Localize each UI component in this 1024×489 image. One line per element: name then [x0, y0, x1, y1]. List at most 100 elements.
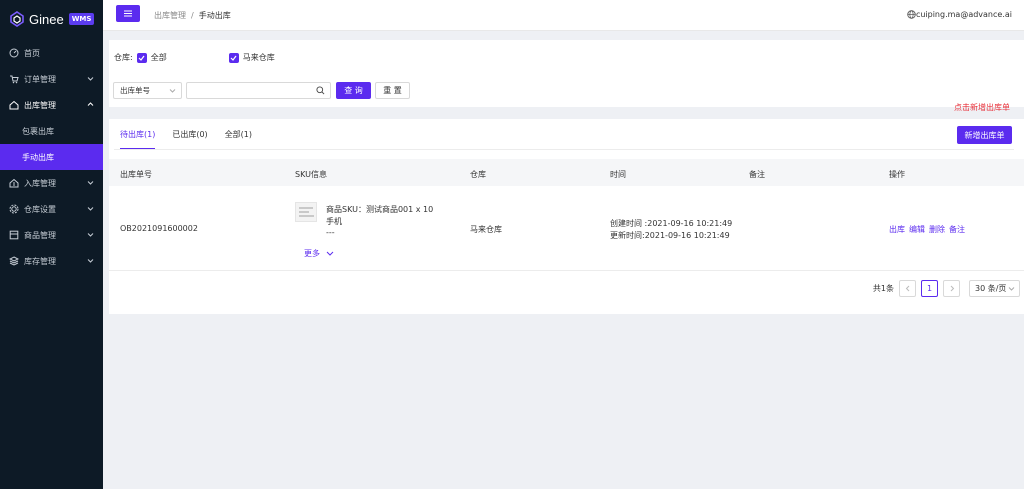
search-field-value: 出库单号 [120, 86, 150, 95]
column-header-warehouse: 仓库 [470, 170, 486, 179]
search-field-select[interactable]: 出库单号 [113, 82, 182, 99]
breadcrumb: 出库管理 / 手动出库 [154, 10, 231, 21]
warehouse-filter: 仓库: 全部 马来仓库 [114, 52, 275, 63]
sidebar-item-inbound[interactable]: 入库管理 [0, 170, 103, 196]
action-delete-link[interactable]: 删除 [929, 225, 945, 234]
inventory-icon [9, 256, 19, 266]
query-button[interactable]: 查 询 [336, 82, 371, 99]
column-header-actions: 操作 [889, 170, 905, 179]
outbound-list-panel: 待出库(1) 已出库(0) 全部(1) 新增出库单 出库单号 SKU信息 仓库 … [109, 119, 1024, 314]
created-time: 创建时间 :2021-09-16 10:21:49 [610, 219, 733, 228]
tabs-divider [114, 149, 1014, 150]
product-icon [9, 230, 19, 240]
logo[interactable]: Ginee WMS [0, 0, 103, 38]
sku-variant: 手机 [326, 217, 342, 226]
menu-toggle-button[interactable] [116, 5, 140, 22]
check-icon [138, 55, 145, 61]
add-outbound-hint: 点击新增出库单 [954, 103, 1010, 112]
table-header: 出库单号 SKU信息 仓库 时间 备注 操作 [109, 159, 1024, 186]
sidebar-item-label: 订单管理 [24, 74, 56, 84]
order-number: OB2021091600002 [120, 224, 198, 233]
sidebar-nav: 首页 订单管理 出库管理 包裹出库 手动出库 入库管理 仓库设置 商品管理 库存… [0, 40, 103, 274]
total-count: 共1条 [872, 284, 894, 293]
updated-time: 更新时间:2021-09-16 10:21:49 [610, 231, 730, 240]
action-ship-link[interactable]: 出库 [889, 225, 905, 234]
sidebar-item-label: 出库管理 [24, 100, 56, 110]
search-input[interactable] [186, 82, 331, 99]
column-header-sku: SKU信息 [295, 170, 327, 179]
row-warehouse: 马来仓库 [470, 225, 502, 234]
sidebar-item-outbound[interactable]: 出库管理 [0, 92, 103, 118]
pagination: 共1条 1 30 条/页 [873, 280, 1020, 297]
sidebar-item-inventory[interactable]: 库存管理 [0, 248, 103, 274]
chevron-right-icon [950, 285, 954, 292]
sidebar-subitem-manual-outbound[interactable]: 手动出库 [0, 144, 103, 170]
chevron-down-icon [326, 251, 334, 256]
sidebar-item-orders[interactable]: 订单管理 [0, 66, 103, 92]
page-number-button[interactable]: 1 [921, 280, 938, 297]
page-size-value: 30 条/页 [975, 284, 1007, 293]
sku-extra: --- [326, 228, 335, 237]
prev-page-button[interactable] [899, 280, 916, 297]
sidebar-item-label: 商品管理 [24, 230, 56, 240]
add-outbound-button[interactable]: 新增出库单 [957, 126, 1012, 144]
ginee-logo-icon [10, 11, 24, 27]
sidebar-item-label: 库存管理 [24, 256, 56, 266]
chevron-down-icon [87, 77, 94, 81]
sidebar-item-label: 首页 [24, 48, 40, 58]
search-icon[interactable] [316, 86, 325, 95]
more-link[interactable]: 更多 [304, 248, 334, 259]
warehouse-icon [9, 204, 19, 214]
sidebar-item-home[interactable]: 首页 [0, 40, 103, 66]
brand-name: Ginee [29, 11, 64, 27]
top-header: 出库管理 / 手动出库 cuiping.ma@advance.ai [103, 0, 1024, 31]
next-page-button[interactable] [943, 280, 960, 297]
sidebar: Ginee WMS 首页 订单管理 出库管理 包裹出库 手动出库 入库管理 仓库… [0, 0, 103, 489]
cart-icon [9, 74, 19, 84]
page-size-select[interactable]: 30 条/页 [969, 280, 1020, 297]
more-label: 更多 [304, 249, 320, 258]
tab-all[interactable]: 全部(1) [225, 119, 252, 150]
product-thumbnail [295, 202, 317, 222]
row-actions: 出库 编辑 删除 备注 [889, 224, 969, 235]
chevron-down-icon [87, 259, 94, 263]
check-icon [230, 55, 237, 61]
sidebar-item-label: 入库管理 [24, 178, 56, 188]
warehouse-label: 仓库: [114, 53, 133, 62]
breadcrumb-parent[interactable]: 出库管理 [154, 11, 186, 20]
chevron-down-icon [87, 207, 94, 211]
tab-shipped[interactable]: 已出库(0) [172, 119, 207, 150]
column-header-time: 时间 [610, 170, 626, 179]
action-remark-link[interactable]: 备注 [949, 225, 965, 234]
status-tabs: 待出库(1) 已出库(0) 全部(1) [120, 119, 269, 150]
chevron-down-icon [87, 233, 94, 237]
reset-button[interactable]: 重 置 [375, 82, 410, 99]
sidebar-item-products[interactable]: 商品管理 [0, 222, 103, 248]
sidebar-item-label: 仓库设置 [24, 204, 56, 214]
column-header-order-no: 出库单号 [120, 170, 152, 179]
menu-icon [124, 10, 132, 17]
warehouse-option-checkbox[interactable] [228, 52, 239, 63]
warehouse-all-label: 全部 [150, 53, 167, 62]
breadcrumb-separator: / [191, 11, 194, 20]
inbound-icon [9, 178, 19, 188]
sidebar-subitem-package-outbound[interactable]: 包裹出库 [0, 118, 103, 144]
warehouse-all-checkbox[interactable] [136, 52, 147, 63]
chevron-down-icon [1008, 287, 1015, 291]
chevron-down-icon [169, 89, 176, 93]
table-row: OB2021091600002 商品SKU：测试商品001 x 10 手机 --… [109, 186, 1024, 271]
outbound-icon [9, 100, 19, 110]
column-header-remark: 备注 [749, 170, 765, 179]
chevron-down-icon [87, 181, 94, 185]
globe-icon[interactable] [907, 10, 916, 19]
warehouse-option-label: 马来仓库 [242, 53, 275, 62]
tab-pending[interactable]: 待出库(1) [120, 119, 156, 150]
user-email[interactable]: cuiping.ma@advance.ai [916, 10, 1012, 19]
action-edit-link[interactable]: 编辑 [909, 225, 925, 234]
breadcrumb-current: 手动出库 [198, 11, 231, 20]
sidebar-item-warehouse[interactable]: 仓库设置 [0, 196, 103, 222]
chevron-up-icon [87, 102, 94, 106]
dashboard-icon [9, 48, 19, 58]
filter-panel: 仓库: 全部 马来仓库 出库单号 查 询 重 置 [109, 40, 1024, 107]
sidebar-subitem-label: 包裹出库 [22, 126, 54, 136]
